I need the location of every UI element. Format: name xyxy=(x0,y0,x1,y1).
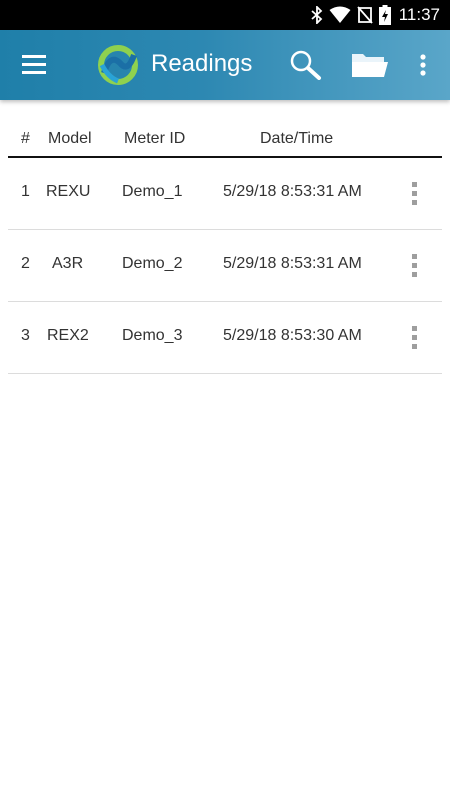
row-meter-id: Demo_3 xyxy=(122,327,183,344)
page-title: Readings xyxy=(151,50,253,77)
header-meter-id: Meter ID xyxy=(124,130,186,147)
app-bar: Readings xyxy=(0,30,450,100)
folder-icon xyxy=(352,54,388,77)
row-number: 3 xyxy=(21,327,30,344)
menu-button[interactable] xyxy=(18,52,52,78)
row-menu-button[interactable] xyxy=(407,252,423,280)
status-bar: 11:37 xyxy=(0,0,450,30)
table-row[interactable]: 1 REXU Demo_1 5/29/18 8:53:31 AM xyxy=(8,158,442,230)
menu-icon xyxy=(22,55,46,74)
header-model: Model xyxy=(48,130,92,147)
row-number: 1 xyxy=(21,183,30,200)
table-row[interactable]: 3 REX2 Demo_3 5/29/18 8:53:30 AM xyxy=(8,302,442,374)
status-time: 11:37 xyxy=(398,5,440,24)
row-meter-id: Demo_2 xyxy=(122,255,183,272)
battery-charging-icon xyxy=(378,5,391,25)
row-model: A3R xyxy=(52,255,84,272)
readings-table: # Model Meter ID Date/Time 1 REXU Demo_1… xyxy=(8,124,442,374)
row-model: REXU xyxy=(46,183,91,200)
no-sim-icon xyxy=(357,6,373,24)
row-menu-button[interactable] xyxy=(407,180,423,208)
row-overflow-icon xyxy=(412,254,417,277)
app-logo xyxy=(92,45,144,85)
row-date-time: 5/29/18 8:53:31 AM xyxy=(223,183,362,200)
search-icon xyxy=(290,50,321,80)
row-meter-id: Demo_1 xyxy=(122,183,183,200)
search-button[interactable] xyxy=(289,50,323,80)
bluetooth-icon xyxy=(311,6,323,24)
header-number: # xyxy=(21,130,30,147)
row-overflow-icon xyxy=(412,326,417,349)
row-overflow-icon xyxy=(412,182,417,205)
row-model: REX2 xyxy=(47,327,89,344)
row-number: 2 xyxy=(21,255,30,272)
folder-button[interactable] xyxy=(350,50,390,80)
row-date-time: 5/29/18 8:53:31 AM xyxy=(223,255,362,272)
overflow-menu-icon xyxy=(420,54,426,76)
header-date-time: Date/Time xyxy=(260,130,334,147)
row-date-time: 5/29/18 8:53:30 AM xyxy=(223,327,362,344)
wifi-icon xyxy=(329,6,351,24)
overflow-menu-button[interactable] xyxy=(414,50,432,80)
table-row[interactable]: 2 A3R Demo_2 5/29/18 8:53:31 AM xyxy=(8,230,442,302)
row-menu-button[interactable] xyxy=(407,324,423,352)
table-header: # Model Meter ID Date/Time xyxy=(8,124,442,158)
